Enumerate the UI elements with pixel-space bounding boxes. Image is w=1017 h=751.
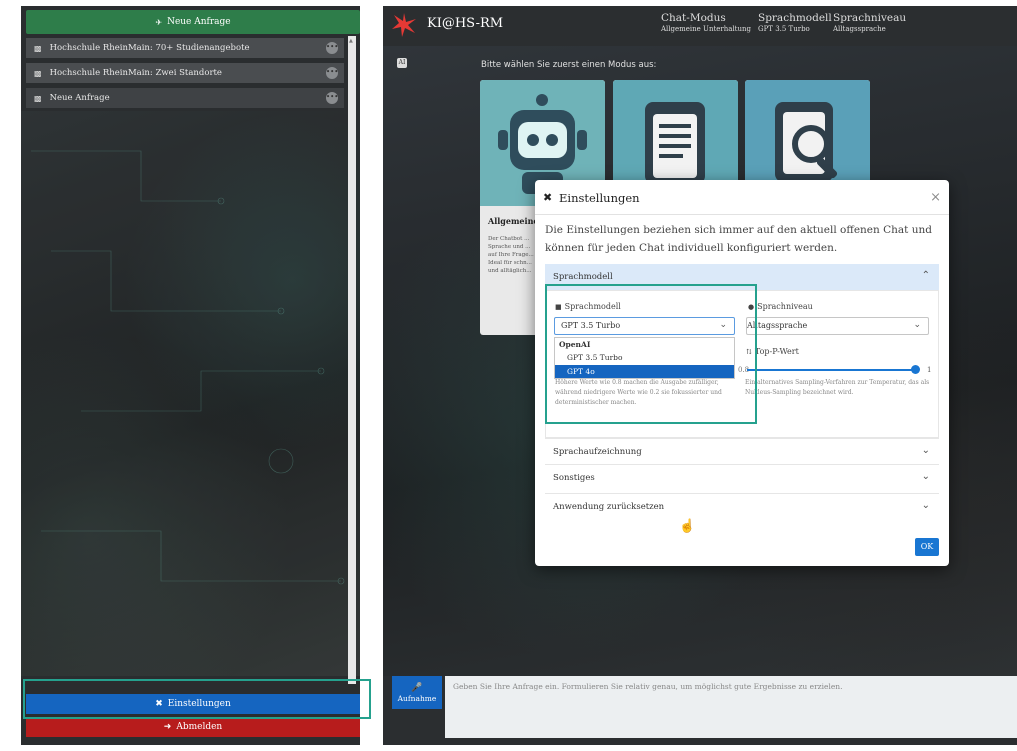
chat-mode-value: Allgemeine Unterhaltung [661,25,751,33]
close-icon[interactable]: × [930,190,941,205]
more-options-icon[interactable]: ••• [326,42,338,54]
ai-icon: AI [397,58,407,68]
chat-mode-title: Chat-Modus [661,12,726,24]
hand-cursor-icon: ☝ [679,519,696,534]
chat-input-placeholder: Geben Sie Ihre Anfrage ein. Formulieren … [453,682,843,691]
chevron-down-icon: ⌄ [921,445,930,456]
chat-input[interactable]: Geben Sie Ihre Anfrage ein. Formulieren … [445,676,1017,738]
topp-value: 1 [927,366,932,374]
topp-slider-handle[interactable] [911,365,920,374]
accordion-label: Sonstiges [553,473,595,483]
settings-highlight-box [23,679,371,719]
topp-slider-fill [747,369,915,371]
accordion-sprachaufzeichnung[interactable]: Sprachaufzeichnung ⌄ [545,438,939,465]
chat-mode-info: Chat-Modus Allgemeine Unterhaltung [661,12,751,33]
chat-title: Hochschule RheinMain: Zwei Standorte [49,68,222,78]
app-header: KI@HS-RM Chat-Modus Allgemeine Unterhalt… [383,6,1017,46]
ok-button[interactable]: OK [915,538,939,556]
chevron-down-icon: ⌄ [921,500,930,511]
topp-help-text: Ein alternatives Sampling-Verfahren zur … [745,379,930,396]
sidebar-scrollbar[interactable]: ▲ [348,36,356,684]
accordion-label: Anwendung zurücksetzen [553,502,665,512]
model-info: Sprachmodell GPT 3.5 Turbo [758,12,832,33]
chevron-up-icon: ⌃ [921,270,930,281]
mode-prompt: Bitte wählen Sie zuerst einen Modus aus: [481,60,657,70]
chat-icon: ▩ [34,93,42,103]
more-options-icon[interactable]: ••• [326,67,338,79]
circuit-pattern [31,150,345,585]
chat-title: Neue Anfrage [49,93,110,103]
new-chat-label: Neue Anfrage [167,17,231,27]
chat-title: Hochschule RheinMain: 70+ Studienangebot… [49,43,250,53]
chat-bubble-icon: ✈ [155,17,163,27]
accordion-label: Sprachmodell [553,272,613,282]
new-chat-button[interactable]: ✈ Neue Anfrage [26,10,360,34]
accordion-label: Sprachaufzeichnung [553,447,642,457]
chat-icon: ▩ [34,43,42,53]
chat-list-item-active[interactable]: ▩ Neue Anfrage ••• [26,88,344,108]
level-select[interactable]: Alltagssprache ⌄ [746,317,929,335]
app-title: KI@HS-RM [427,16,504,31]
scroll-up-icon[interactable]: ▲ [349,38,353,44]
chevron-down-icon: ⌄ [921,471,930,482]
level-label-text: Sprachniveau [757,302,813,311]
card-general-description: Der Chatbot ... Sprache und ... auf Ihre… [488,236,534,274]
model-highlight-box [545,284,757,424]
modal-description: Die Einstellungen beziehen sich immer au… [545,224,932,254]
microphone-icon: 🎤 [411,682,423,693]
accordion-sonstiges[interactable]: Sonstiges ⌄ [545,464,939,491]
model-title: Sprachmodell [758,12,832,24]
record-label: Aufnahme [397,693,437,703]
accordion-reset[interactable]: Anwendung zurücksetzen ⌄ [545,493,939,520]
sidebar: ✈ Neue Anfrage ▩ Hochschule RheinMain: 7… [21,6,360,745]
card-general-title: Allgemeine [488,216,539,226]
level-info: Sprachniveau Alltagssprache [833,12,906,33]
logout-button[interactable]: ➜ Abmelden [26,717,360,737]
model-value: GPT 3.5 Turbo [758,25,810,33]
more-options-icon[interactable]: ••• [326,92,338,104]
chat-list-item[interactable]: ▩ Hochschule RheinMain: Zwei Standorte •… [26,63,344,83]
level-title: Sprachniveau [833,12,907,24]
level-field-label: ● Sprachniveau [748,302,813,311]
modal-title: Einstellungen [559,191,640,205]
chat-list-item[interactable]: ▩ Hochschule RheinMain: 70+ Studienangeb… [26,38,344,58]
logout-icon: ➜ [163,722,172,732]
tools-icon: ✖ [543,191,553,204]
topp-label-text: Top-P-Wert [754,347,799,356]
chat-icon: ▩ [34,68,42,78]
record-button[interactable]: 🎤 Aufnahme [392,676,442,709]
logout-label: Abmelden [176,722,223,732]
level-value: Alltagssprache [833,25,886,33]
chevron-down-icon: ⌄ [913,320,921,330]
divider [535,214,949,215]
logo-star-icon [392,13,416,37]
